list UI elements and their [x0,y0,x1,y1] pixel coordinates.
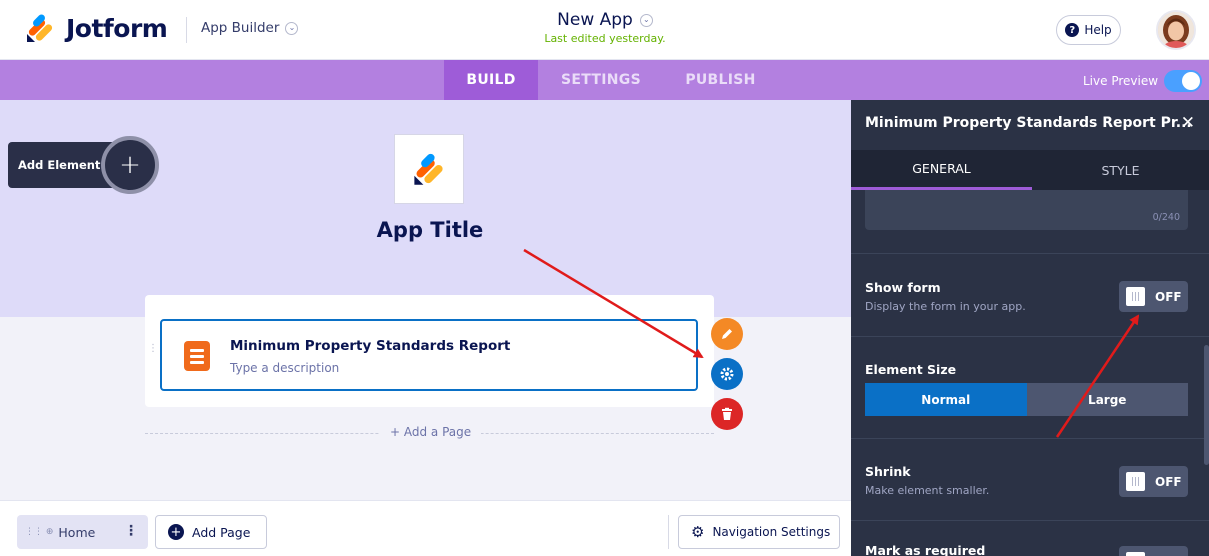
tab-style[interactable]: STYLE [1032,150,1209,190]
avatar[interactable] [1156,10,1196,50]
section-divider [851,520,1209,521]
shrink-label: Shrink [865,464,911,479]
form-card-description[interactable]: Type a description [230,361,339,375]
jotform-logo-icon [27,14,53,42]
chevron-down-icon: ⌄ [285,21,299,35]
home-label: Home [58,524,96,540]
bottom-bar: ⋮⋮ ⊕ Home ⋮ + Add Page ⚙ Navigation Sett… [0,500,851,556]
more-options-icon[interactable]: ⋮ [124,523,138,539]
tab-build[interactable]: BUILD [444,60,538,100]
plus-circle-icon: + [168,524,184,540]
question-icon: ? [1065,23,1080,37]
show-form-label: Show form [865,280,941,295]
add-element-button[interactable]: Add Element + [8,136,159,194]
app-builder-dropdown[interactable]: App Builder ⌄ [201,20,299,36]
live-preview: Live Preview [1083,70,1203,92]
brand-name: Jotform [66,13,168,43]
jotform-logo[interactable]: Jotform [24,12,168,44]
navigation-settings-label: Navigation Settings [712,525,831,539]
show-form-state: OFF [1155,289,1182,304]
mark-required-toggle[interactable] [1119,546,1188,556]
main-nav: BUILD SETTINGS PUBLISH Live Preview [0,60,1209,100]
shrink-toggle[interactable]: OFF [1119,466,1188,497]
toggle-knob [1126,287,1145,306]
drag-handle-icon[interactable]: ⋮⋮ [148,344,168,362]
add-page-label: Add Page [192,524,251,540]
section-divider [851,253,1209,254]
drag-handle-icon[interactable]: ⋮⋮ ⊕ [25,527,53,537]
bottom-divider [668,515,669,549]
last-edited-text: Last edited yesterday. [544,32,666,45]
size-option-normal[interactable]: Normal [865,383,1027,416]
element-size-selector: Normal Large [865,383,1188,416]
shrink-sublabel: Make element smaller. [865,484,990,497]
properties-panel: Minimum Property Standards Report Pr... … [851,100,1209,556]
section-divider [851,336,1209,337]
close-icon[interactable]: ✕ [1181,113,1195,133]
live-preview-label: Live Preview [1083,74,1159,88]
page-item-home[interactable]: ⋮⋮ ⊕ Home ⋮ [17,515,148,549]
settings-button[interactable] [711,358,743,390]
panel-tabs: GENERAL STYLE [851,150,1209,190]
form-element-card[interactable]: Minimum Property Standards Report Type a… [160,319,698,391]
show-form-toggle[interactable]: OFF [1119,281,1188,312]
toggle-knob [1126,472,1145,491]
description-textarea[interactable]: 0/240 [865,190,1188,230]
header-divider [186,17,187,43]
app-logo[interactable] [394,134,464,204]
tab-settings[interactable]: SETTINGS [545,60,657,100]
gear-icon [720,367,734,381]
panel-scrollbar[interactable] [1204,345,1209,465]
section-divider [851,438,1209,439]
character-counter: 0/240 [1152,212,1180,223]
gear-icon: ⚙ [691,523,705,541]
help-label: Help [1084,23,1112,37]
mark-required-label: Mark as required [865,543,986,556]
toggle-knob [1126,552,1145,556]
plus-icon[interactable]: + [101,136,159,194]
tab-general[interactable]: GENERAL [851,150,1032,190]
pencil-icon [722,329,732,339]
app-name-block: New App ⌄ Last edited yesterday. [480,10,730,45]
navigation-settings-button[interactable]: ⚙ Navigation Settings [678,515,840,549]
app-name-dropdown[interactable]: New App ⌄ [557,10,653,30]
help-button[interactable]: ? Help [1056,15,1121,45]
form-icon [184,341,210,371]
canvas-header-area [0,100,851,317]
edit-button[interactable] [711,318,743,350]
trash-icon [722,407,732,420]
jotform-logo-icon [414,153,443,185]
panel-header: Minimum Property Standards Report Pr... … [851,100,1209,150]
form-card-title: Minimum Property Standards Report [230,338,511,354]
delete-button[interactable] [711,398,743,430]
app-title[interactable]: App Title [330,218,530,242]
top-header: Jotform App Builder ⌄ New App ⌄ Last edi… [0,0,1209,60]
show-form-sublabel: Display the form in your app. [865,300,1026,313]
add-element-label: Add Element [18,158,101,172]
panel-title: Minimum Property Standards Report Pr... [865,115,1192,131]
add-page-button[interactable]: + Add Page [155,515,267,549]
user-avatar-icon [1158,12,1194,48]
shrink-state: OFF [1155,474,1182,489]
chevron-down-icon: ⌄ [639,13,653,27]
tab-publish[interactable]: PUBLISH [668,60,773,100]
size-option-large[interactable]: Large [1026,383,1188,416]
add-a-page-link[interactable]: + Add a Page [380,425,482,439]
live-preview-toggle[interactable] [1164,70,1203,92]
app-builder-label: App Builder [201,20,280,36]
app-name: New App [557,10,633,30]
element-size-label: Element Size [865,362,957,377]
